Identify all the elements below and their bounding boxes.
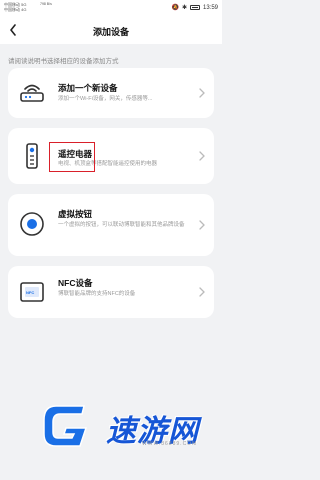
nfc-device-card[interactable]: NFC NFC设备 博联智能品牌的支持NFC的设备 — [8, 266, 214, 318]
virtual-button-card[interactable]: 虚拟按钮 一个虚拟的按钮，可以联动博联智能和其他品牌设备 — [8, 194, 214, 256]
card-desc: 博联智能品牌的支持NFC的设备 — [58, 291, 136, 297]
chevron-right-icon — [199, 88, 205, 98]
watermark-url: WWW.86889.COM — [142, 441, 198, 447]
nfc-icon: NFC — [18, 278, 46, 306]
mute-icon: 🔕 — [171, 5, 179, 11]
highlight-annotation — [49, 142, 95, 172]
chevron-right-icon — [199, 287, 205, 297]
add-new-device-card[interactable]: 添加一个新设备 添加一个Wi-Fi设备，网关，传感器等... — [8, 68, 214, 118]
chevron-right-icon — [199, 151, 205, 161]
status-bar: 中国移动 5G 中国移动 4G 798 B/s 🔕 ✱ 13:59 — [0, 0, 222, 16]
watermark: 速游网 WWW.86889.COM — [40, 400, 210, 452]
watermark-logo-icon — [43, 405, 88, 447]
virtual-button-icon — [18, 210, 46, 238]
card-title: NFC设备 — [58, 278, 93, 288]
clock: 13:59 — [202, 4, 218, 11]
status-right: 🔕 ✱ 13:59 — [171, 4, 218, 12]
card-desc: 添加一个Wi-Fi设备，网关，传感器等... — [58, 96, 153, 102]
card-title: 虚拟按钮 — [58, 209, 93, 219]
hint-text: 请阅读说明书选择相应的设备添加方式 — [8, 58, 119, 65]
card-desc: 一个虚拟的按钮，可以联动博联智能和其他品牌设备 — [58, 222, 185, 228]
nfc-icon-label: NFC — [26, 290, 35, 295]
header: 添加设备 — [0, 16, 222, 44]
bluetooth-icon: ✱ — [181, 5, 187, 11]
card-title: 添加一个新设备 — [58, 83, 118, 93]
battery-icon — [189, 5, 200, 10]
router-icon — [18, 79, 46, 107]
chevron-right-icon — [199, 220, 205, 230]
carrier-info: 中国移动 5G 中国移动 4G — [4, 2, 26, 12]
remote-appliance-card[interactable]: 遥控电器 电视、机顶盒等搭配智能遥控使用的电器 — [8, 128, 214, 184]
net-speed: 798 B/s — [40, 2, 52, 6]
carrier-2: 中国移动 4G — [4, 7, 27, 12]
page-title: 添加设备 — [92, 27, 129, 37]
remote-control-icon — [18, 142, 46, 170]
